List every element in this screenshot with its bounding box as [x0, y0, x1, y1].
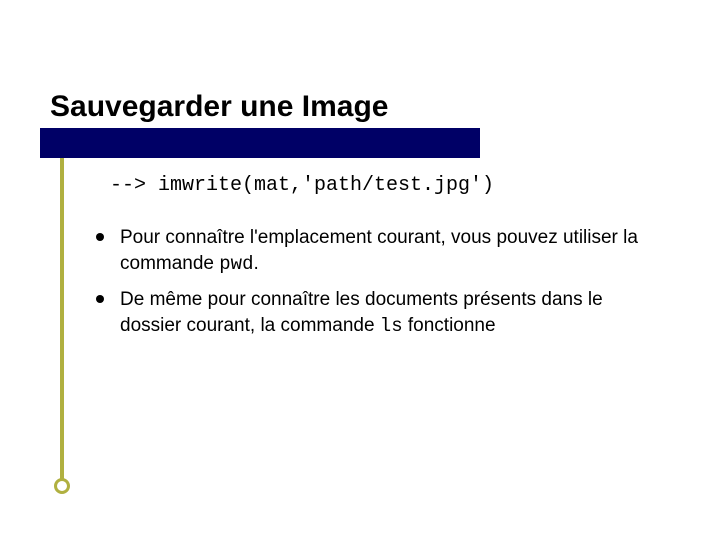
slide-title: Sauvegarder une Image — [50, 90, 660, 124]
accent-circle-icon — [54, 478, 70, 494]
list-item: De même pour connaître les documents pré… — [90, 287, 660, 339]
list-item: Pour connaître l'emplacement courant, vo… — [90, 225, 660, 277]
title-underline-bar — [40, 128, 480, 158]
bullet-text-pre: Pour connaître l'emplacement courant, vo… — [120, 227, 638, 274]
bullet-text-post: fonctionne — [403, 315, 496, 336]
bullet-text-post: . — [254, 253, 259, 274]
bullet-code: pwd — [219, 253, 253, 275]
slide: Sauvegarder une Image --> imwrite(mat,'p… — [0, 0, 720, 540]
bullet-code: ls — [380, 315, 403, 337]
slide-content: --> imwrite(mat,'path/test.jpg') Pour co… — [100, 174, 660, 340]
accent-vertical-line — [60, 128, 64, 488]
code-example: --> imwrite(mat,'path/test.jpg') — [110, 174, 660, 197]
bullet-text-pre: De même pour connaître les documents pré… — [120, 289, 603, 336]
bullet-list: Pour connaître l'emplacement courant, vo… — [90, 225, 660, 340]
